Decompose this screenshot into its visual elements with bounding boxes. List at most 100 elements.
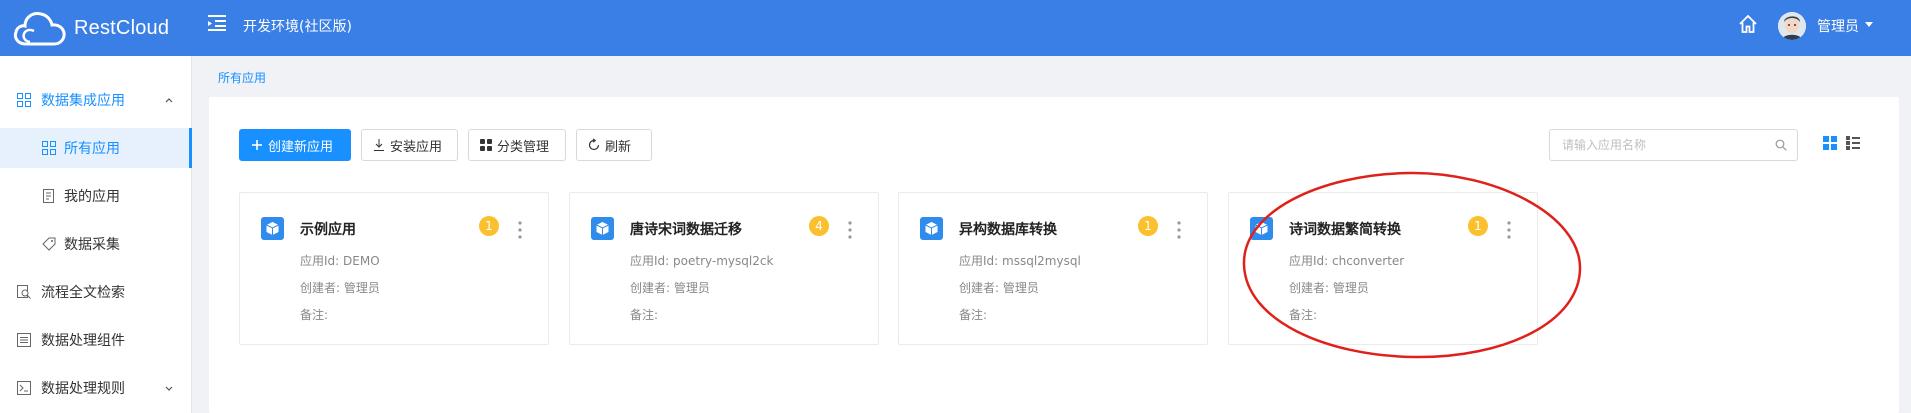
sidebar-item-my-apps[interactable]: 我的应用 [0, 176, 192, 216]
app-card[interactable]: 异构数据库转换 1 应用Id: mssql2mysql 创建者: 管理员 备注: [898, 192, 1208, 345]
sidebar-item-data-integration-apps[interactable]: 数据集成应用 [0, 80, 192, 120]
app-id-row: 应用Id: DEMO [300, 252, 380, 269]
logo[interactable]: RestCloud [12, 6, 169, 50]
search-icon[interactable] [1775, 139, 1787, 151]
chevron-up-icon [165, 98, 173, 103]
note-row: 备注: [630, 306, 658, 323]
app-card[interactable]: 唐诗宋词数据迁移 4 应用Id: poetry-mysql2ck 创建者: 管理… [569, 192, 879, 345]
app-card[interactable]: 示例应用 1 应用Id: DEMO 创建者: 管理员 备注: [239, 192, 549, 345]
sidebar: 数据集成应用 所有应用 我的应用 数据采集 流程全文检索 数据处理组件 数据处理… [0, 56, 192, 413]
app-cube-icon [920, 217, 943, 240]
category-manage-button[interactable]: 分类管理 [468, 129, 566, 161]
sidebar-item-flow-fulltext-search[interactable]: 流程全文检索 [0, 272, 192, 312]
tag-icon [42, 237, 56, 251]
sidebar-item-data-processing-rules[interactable]: 数据处理规则 [0, 368, 192, 408]
sidebar-item-label: 数据处理组件 [41, 333, 125, 349]
app-cube-icon [591, 217, 614, 240]
note-row: 备注: [959, 306, 987, 323]
app-id-row: 应用Id: chconverter [1289, 252, 1404, 269]
app-id-value: mssql2mysql [1002, 254, 1081, 268]
note-label: 备注: [300, 308, 329, 322]
sidebar-item-label: 流程全文检索 [41, 285, 125, 301]
app-id-row: 应用Id: mssql2mysql [959, 252, 1081, 269]
sidebar-item-data-processing-components[interactable]: 数据处理组件 [0, 320, 192, 360]
more-vertical-icon[interactable] [847, 220, 853, 240]
apps-icon [480, 139, 492, 151]
menu-fold-icon[interactable] [208, 14, 228, 32]
app-id-value: poetry-mysql2ck [673, 254, 774, 268]
app-id-value: chconverter [1332, 254, 1405, 268]
creator-label: 创建者: [630, 281, 671, 295]
grid-icon [42, 141, 56, 155]
app-id-label: 应用Id: [959, 254, 999, 268]
search-input[interactable] [1562, 130, 1762, 160]
avatar[interactable] [1778, 12, 1806, 40]
creator-label: 创建者: [959, 281, 1000, 295]
search-doc-icon [17, 285, 31, 299]
grid-view-icon[interactable] [1823, 136, 1837, 150]
app-cube-icon [1250, 217, 1273, 240]
app-name[interactable]: 唐诗宋词数据迁移 [630, 219, 742, 239]
sidebar-item-data-collection[interactable]: 数据采集 [0, 224, 192, 264]
create-app-label: 创建新应用 [268, 139, 334, 155]
app-card[interactable]: 诗词数据繁简转换 1 应用Id: chconverter 创建者: 管理员 备注… [1228, 192, 1538, 345]
note-row: 备注: [300, 306, 328, 323]
logo-text: RestCloud [74, 16, 170, 39]
category-manage-label: 分类管理 [497, 139, 550, 155]
flow-count-badge: 4 [809, 216, 829, 236]
install-app-label: 安装应用 [390, 139, 443, 155]
plus-icon [252, 140, 262, 150]
breadcrumb[interactable]: 所有应用 [218, 69, 266, 86]
list-icon [17, 333, 31, 347]
note-label: 备注: [1289, 308, 1318, 322]
app-id-label: 应用Id: [1289, 254, 1329, 268]
sidebar-item-label: 所有应用 [64, 141, 120, 157]
more-vertical-icon[interactable] [1176, 220, 1182, 240]
creator-label: 创建者: [300, 281, 341, 295]
user-name[interactable]: 管理员 [1817, 16, 1859, 36]
sidebar-item-all-apps[interactable]: 所有应用 [0, 128, 192, 168]
flow-count-badge: 1 [479, 216, 499, 236]
app-id-value: DEMO [343, 254, 380, 268]
creator-label: 创建者: [1289, 281, 1330, 295]
app-id-label: 应用Id: [300, 254, 340, 268]
flow-count-badge: 1 [1138, 216, 1158, 236]
app-cube-icon [261, 217, 284, 240]
home-icon[interactable] [1738, 14, 1758, 34]
sidebar-item-label: 数据采集 [64, 237, 120, 253]
app-name[interactable]: 诗词数据繁简转换 [1289, 219, 1401, 239]
creator-row: 创建者: 管理员 [630, 279, 710, 296]
creator-row: 创建者: 管理员 [300, 279, 380, 296]
terminal-icon [17, 381, 31, 395]
refresh-label: 刷新 [605, 139, 632, 155]
flow-count-badge: 1 [1468, 216, 1488, 236]
creator-value: 管理员 [1002, 281, 1039, 295]
app-search-box[interactable] [1549, 129, 1798, 161]
sidebar-item-label: 我的应用 [64, 189, 120, 205]
app-name[interactable]: 异构数据库转换 [959, 219, 1057, 239]
top-header: RestCloud 开发环境(社区版) 管理员 [0, 0, 1911, 56]
environment-title: 开发环境(社区版) [243, 19, 352, 35]
download-icon [374, 139, 384, 151]
cloud-logo-icon [13, 12, 66, 46]
grid-icon [17, 93, 31, 107]
note-row: 备注: [1289, 306, 1317, 323]
caret-down-icon[interactable] [1865, 22, 1873, 27]
install-app-button[interactable]: 安装应用 [361, 129, 458, 161]
list-view-icon[interactable] [1846, 136, 1860, 150]
more-vertical-icon[interactable] [1506, 220, 1512, 240]
note-label: 备注: [630, 308, 659, 322]
creator-value: 管理员 [673, 281, 710, 295]
refresh-button[interactable]: 刷新 [576, 129, 652, 161]
note-label: 备注: [959, 308, 988, 322]
creator-value: 管理员 [1332, 281, 1369, 295]
app-id-row: 应用Id: poetry-mysql2ck [630, 252, 773, 269]
app-name[interactable]: 示例应用 [300, 219, 356, 239]
creator-row: 创建者: 管理员 [1289, 279, 1369, 296]
creator-row: 创建者: 管理员 [959, 279, 1039, 296]
chevron-down-icon [165, 386, 173, 391]
create-app-button[interactable]: 创建新应用 [239, 129, 351, 161]
avatar-face-icon [1778, 12, 1806, 40]
creator-value: 管理员 [343, 281, 380, 295]
more-vertical-icon[interactable] [517, 220, 523, 240]
